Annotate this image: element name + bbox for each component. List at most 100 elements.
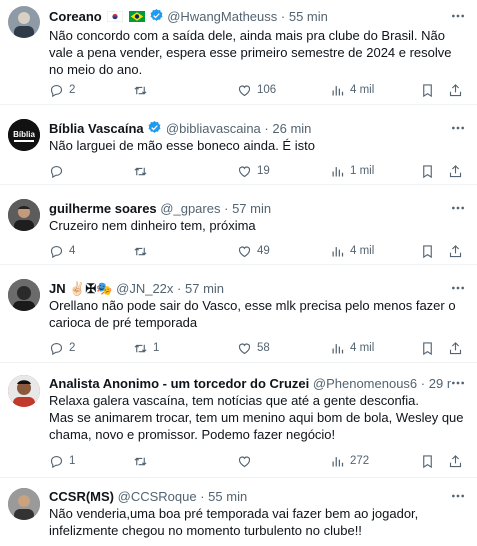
retweet-icon — [134, 247, 147, 255]
views-icon — [332, 246, 344, 256]
author-name[interactable]: JN ✌🏻✠🎭 — [49, 281, 113, 296]
tweet[interactable]: Bíblia Bíblia Vascaína @bibliavascaina ·… — [0, 105, 477, 185]
tweet-text: Não concordo com a saída dele, ainda mai… — [49, 28, 452, 77]
timestamp[interactable]: 55 min — [289, 9, 328, 24]
reply-icon — [50, 84, 63, 97]
more-icon[interactable] — [449, 8, 467, 26]
author-name[interactable]: Analista Anonimo - um torcedor do Cruzei — [49, 376, 309, 391]
tweet[interactable]: JN ✌🏻✠🎭 @JN_22x · 57 min Orellano não po… — [0, 265, 477, 363]
tweet-actions: 2 106 4 mil — [49, 81, 469, 99]
more-icon[interactable] — [449, 120, 467, 138]
author-name[interactable]: Coreano — [49, 9, 102, 24]
views-button[interactable]: 4 mil — [330, 242, 374, 260]
like-button[interactable]: 106 — [237, 81, 276, 99]
separator-dot: · — [420, 376, 426, 391]
tweet[interactable]: CCSR(MS) @CCSRoque · 55 min Não venderia… — [0, 478, 477, 546]
svg-text:Bíblia: Bíblia — [13, 130, 35, 139]
separator-dot: · — [224, 201, 229, 216]
share-button[interactable] — [448, 242, 463, 260]
author-name[interactable]: Bíblia Vascaína — [49, 121, 144, 136]
tweet-text: Não larguei de mão esse boneco ainda. É … — [49, 138, 315, 153]
author-handle[interactable]: @JN_22x — [116, 281, 173, 296]
views-button[interactable]: 1 mil — [330, 162, 374, 180]
author-handle[interactable]: @HwangMatheuss — [167, 9, 277, 24]
timestamp[interactable]: 29 min — [429, 376, 451, 391]
views-icon — [332, 85, 344, 95]
bookmark-button[interactable] — [420, 452, 435, 470]
timestamp[interactable]: 26 min — [272, 121, 311, 136]
more-icon[interactable] — [449, 200, 467, 218]
retweet-button[interactable]: 1 — [133, 339, 159, 357]
separator-dot: · — [200, 489, 205, 504]
author-handle[interactable]: @Phenomenous6 — [313, 376, 417, 391]
tweet-actions: 19 1 mil — [49, 162, 469, 180]
author-handle[interactable]: @bibliavascaina — [166, 121, 261, 136]
more-icon[interactable] — [449, 280, 467, 298]
tweet[interactable]: guilherme soares @_gpares · 57 min Cruze… — [0, 185, 477, 265]
avatar[interactable] — [8, 279, 40, 311]
tweet[interactable]: Analista Anonimo - um torcedor do Cruzei… — [0, 363, 477, 478]
separator-dot: · — [280, 9, 286, 24]
share-icon — [449, 341, 462, 354]
bookmark-icon — [423, 164, 432, 178]
views-button[interactable]: 4 mil — [330, 339, 374, 357]
like-icon — [238, 456, 251, 467]
retweet-icon — [134, 167, 147, 175]
like-button[interactable]: 58 — [237, 339, 270, 357]
timestamp[interactable]: 55 min — [208, 489, 247, 504]
bookmark-button[interactable] — [420, 242, 435, 260]
tweet-header: Bíblia Vascaína @bibliavascaina · 26 min — [49, 120, 451, 138]
reply-button[interactable]: 2 — [49, 339, 75, 357]
views-button[interactable]: 272 — [330, 452, 369, 470]
flag-korea-icon — [107, 9, 124, 26]
reply-icon — [50, 342, 63, 355]
reply-button[interactable]: 1 — [49, 452, 75, 470]
avatar[interactable] — [8, 199, 40, 231]
like-icon — [238, 343, 251, 354]
reply-button[interactable]: 2 — [49, 81, 75, 99]
like-icon — [238, 166, 251, 177]
retweet-button[interactable] — [133, 242, 153, 260]
share-icon — [449, 164, 462, 177]
avatar[interactable] — [8, 488, 40, 520]
tweet[interactable]: Coreano @HwangMatheuss · 55 min Não conc… — [0, 0, 477, 105]
bookmark-icon — [423, 83, 432, 97]
bookmark-icon — [423, 454, 432, 468]
like-icon — [238, 246, 251, 257]
views-icon — [332, 456, 344, 466]
reply-button[interactable] — [49, 162, 69, 180]
like-button[interactable] — [237, 452, 257, 470]
avatar[interactable] — [8, 375, 40, 407]
bookmark-button[interactable] — [420, 339, 435, 357]
views-button[interactable]: 4 mil — [330, 81, 374, 99]
reply-icon — [50, 165, 63, 178]
like-button[interactable]: 49 — [237, 242, 270, 260]
author-name[interactable]: guilherme soares — [49, 201, 157, 216]
author-handle[interactable]: @CCSRoque — [118, 489, 197, 504]
share-button[interactable] — [448, 339, 463, 357]
share-button[interactable] — [448, 81, 463, 99]
reply-button[interactable]: 4 — [49, 242, 75, 260]
like-button[interactable]: 19 — [237, 162, 270, 180]
bookmark-icon — [423, 244, 432, 258]
share-button[interactable] — [448, 452, 463, 470]
author-handle[interactable]: @_gpares — [160, 201, 220, 216]
retweet-button[interactable] — [133, 452, 153, 470]
share-button[interactable] — [448, 162, 463, 180]
more-icon[interactable] — [449, 375, 467, 393]
tweet-text: Cruzeiro nem dinheiro tem, próxima — [49, 218, 256, 233]
author-name[interactable]: CCSR(MS) — [49, 489, 114, 504]
share-icon — [449, 454, 462, 467]
bookmark-button[interactable] — [420, 162, 435, 180]
avatar[interactable]: Bíblia — [8, 119, 40, 151]
bookmark-icon — [423, 341, 432, 355]
retweet-button[interactable] — [133, 81, 153, 99]
reply-icon — [50, 245, 63, 258]
bookmark-button[interactable] — [420, 81, 435, 99]
timestamp[interactable]: 57 min — [185, 281, 224, 296]
more-icon[interactable] — [449, 488, 467, 506]
avatar[interactable] — [8, 6, 40, 38]
timestamp[interactable]: 57 min — [232, 201, 271, 216]
retweet-button[interactable] — [133, 162, 153, 180]
verified-icon — [147, 120, 162, 138]
